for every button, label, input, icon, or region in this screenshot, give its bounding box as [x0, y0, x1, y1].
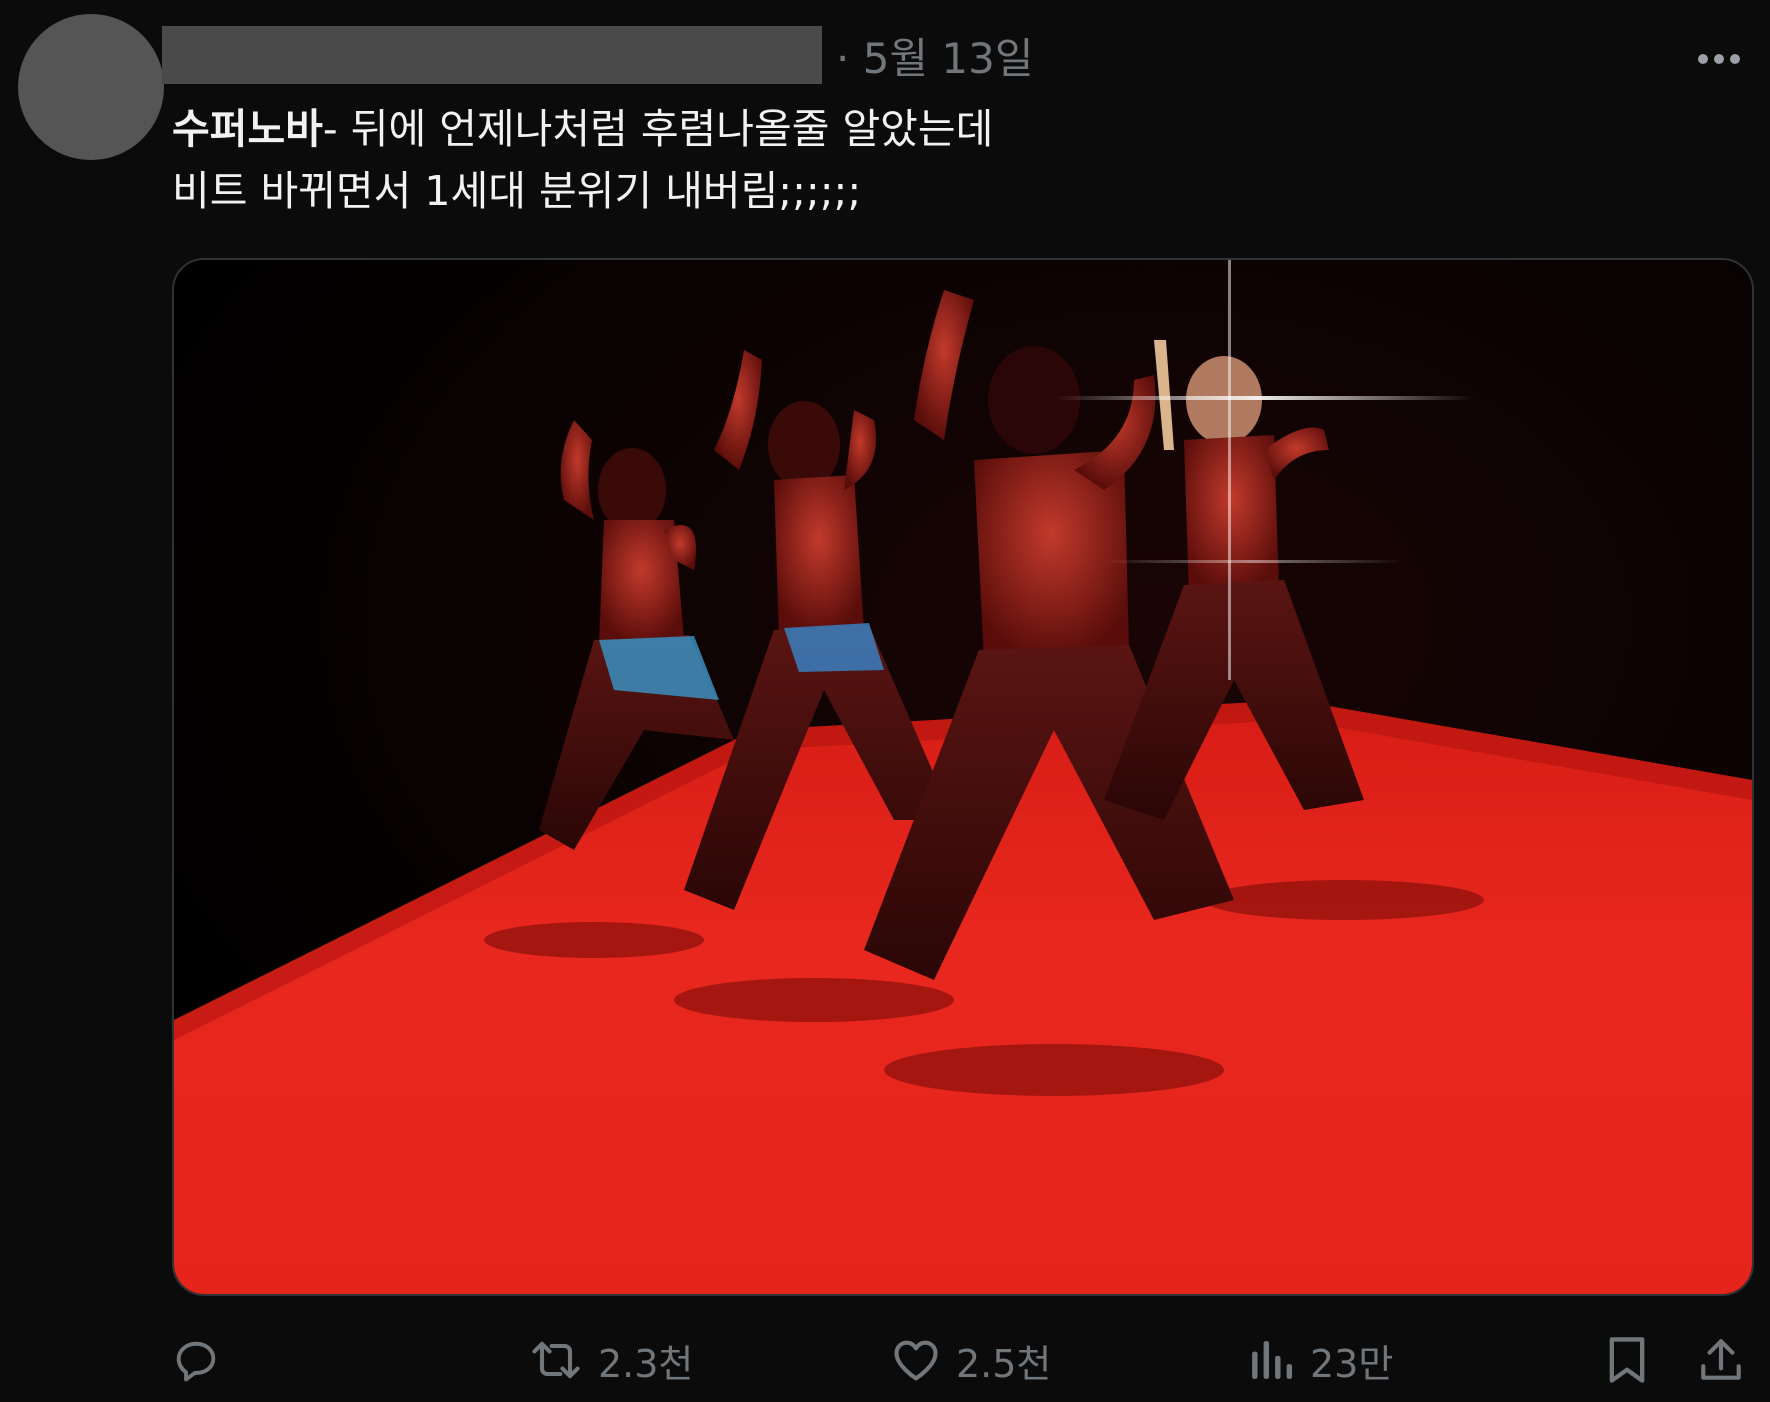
more-button[interactable] — [1690, 36, 1748, 82]
action-bar: 2.3천 2.5천 23만 — [0, 1320, 1770, 1400]
reply-button[interactable] — [170, 1320, 236, 1400]
media-image[interactable] — [172, 258, 1754, 1296]
reply-icon — [176, 1341, 216, 1382]
tweet-text-line-1: 수퍼노바- 뒤에 언제나처럼 후렴나올줄 알았는데 — [172, 98, 1712, 160]
tweet-text-bold: 수퍼노바 — [172, 105, 323, 153]
dance-video-frame — [174, 260, 1752, 1294]
retweet-icon — [532, 1341, 580, 1379]
analytics-icon — [1252, 1341, 1293, 1379]
retweet-button[interactable]: 2.3천 — [528, 1320, 693, 1400]
more-horizontal-icon — [1698, 54, 1740, 64]
bookmark-button[interactable] — [1604, 1320, 1650, 1400]
tweet-card: · 5월 13일 수퍼노바- 뒤에 언제나처럼 후렴나올줄 알았는데 비트 바뀌… — [0, 0, 1770, 1402]
like-button[interactable]: 2.5천 — [890, 1320, 1051, 1400]
heart-icon — [894, 1340, 938, 1381]
avatar[interactable] — [18, 14, 164, 160]
tweet-text-line-1-rest: - 뒤에 언제나처럼 후렴나올줄 알았는데 — [322, 105, 994, 153]
redacted-author-name — [162, 26, 822, 84]
tweet-text-line-2: 비트 바뀌면서 1세대 분위기 내버림;;;;;; — [172, 167, 862, 215]
timestamp[interactable]: · 5월 13일 — [836, 30, 1034, 88]
share-button[interactable] — [1696, 1320, 1746, 1400]
bookmark-icon — [1609, 1337, 1645, 1383]
tweet-text: 수퍼노바- 뒤에 언제나처럼 후렴나올줄 알았는데 비트 바뀌면서 1세대 분위… — [172, 98, 1712, 222]
views-button[interactable]: 23만 — [1250, 1320, 1393, 1400]
like-count: 2.5천 — [956, 1341, 1052, 1386]
retweet-count: 2.3천 — [598, 1341, 694, 1386]
share-icon — [1701, 1339, 1741, 1380]
views-count: 23만 — [1310, 1341, 1394, 1386]
